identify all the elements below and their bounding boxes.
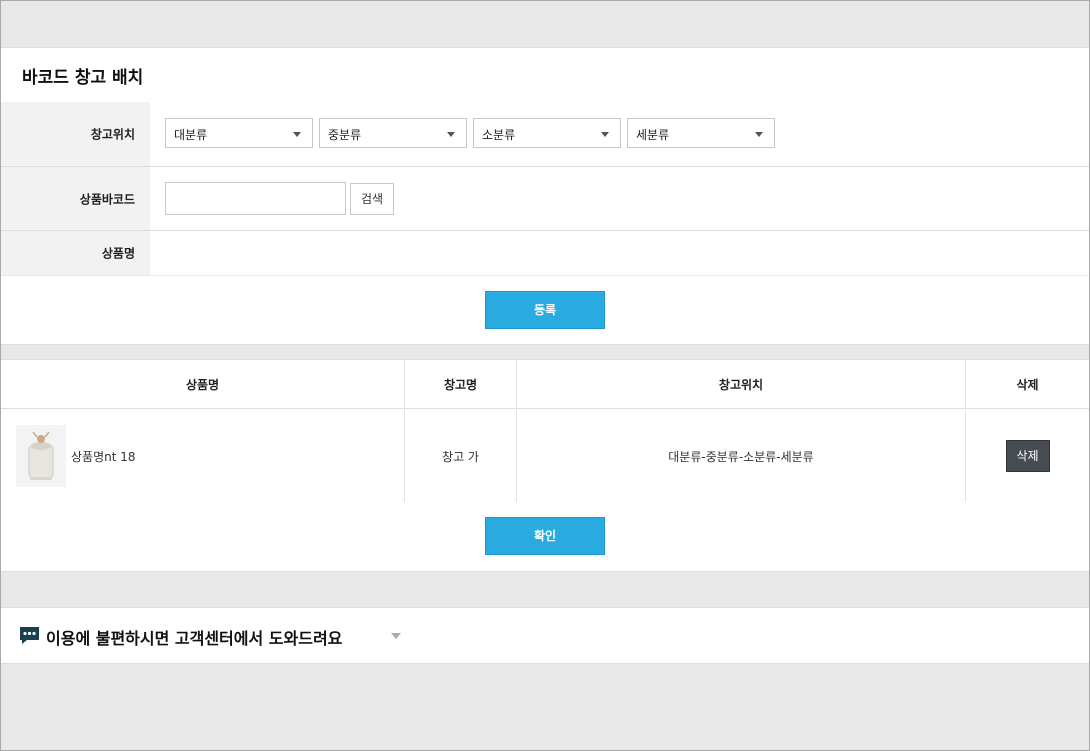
product-name-label: 상품명 (101, 246, 135, 261)
category-small-value: 소분류 (482, 128, 516, 142)
product-image-icon (28, 431, 54, 480)
page-title: 바코드 창고 배치 (22, 68, 144, 88)
delete-button[interactable]: 삭제 (1005, 440, 1050, 472)
category-detail-value: 세분류 (636, 128, 670, 142)
chevron-down-icon (755, 132, 763, 137)
confirm-area: 확인 (1, 503, 1089, 572)
title-bar: 바코드 창고 배치 (1, 47, 1089, 104)
chevron-down-icon (447, 132, 455, 137)
category-large-value: 대분류 (174, 128, 208, 142)
chat-bubble-icon (20, 627, 39, 644)
header-location: 창고위치 (517, 360, 966, 409)
confirm-button[interactable]: 확인 (485, 517, 605, 555)
barcode-label-cell: 상품바코드 (1, 167, 150, 230)
chevron-down-icon (601, 132, 609, 137)
barcode-label: 상품바코드 (79, 192, 135, 206)
product-name-label-cell: 상품명 (1, 231, 150, 275)
category-medium-value: 중분류 (328, 128, 362, 142)
placement-form: 창고위치 대분류 중분류 소분류 세분류 상품바코드 검색 상품명 (1, 102, 1089, 275)
cell-location: 대분류-중분류-소분류-세분류 (517, 410, 966, 502)
search-button[interactable]: 검색 (350, 183, 394, 215)
header-product: 상품명 (1, 360, 405, 409)
product-thumbnail (16, 425, 66, 487)
category-large-select[interactable]: 대분류 (165, 118, 313, 148)
help-text: 이용에 불편하시면 고객센터에서 도와드려요 (46, 629, 343, 648)
chevron-down-icon[interactable] (391, 633, 401, 639)
product-name: 상품명nt 18 (71, 449, 136, 464)
product-name-row: 상품명 (1, 231, 1089, 275)
placement-table: 상품명 창고명 창고위치 삭제 상품명nt 18 창고 가 대분류-중분류-소분… (1, 359, 1089, 504)
chevron-down-icon (293, 132, 301, 137)
location-row: 창고위치 대분류 중분류 소분류 세분류 (1, 102, 1089, 167)
cell-product: 상품명nt 18 (1, 410, 405, 502)
header-delete: 삭제 (966, 360, 1089, 409)
category-small-select[interactable]: 소분류 (473, 118, 621, 148)
location-label: 창고위치 (90, 127, 135, 142)
cell-delete: 삭제 (966, 410, 1089, 502)
help-bar[interactable]: 이용에 불편하시면 고객센터에서 도와드려요 (1, 607, 1089, 664)
barcode-input[interactable] (165, 182, 346, 215)
category-medium-select[interactable]: 중분류 (319, 118, 467, 148)
barcode-row: 상품바코드 검색 (1, 167, 1089, 231)
header-warehouse: 창고명 (405, 360, 517, 409)
register-button[interactable]: 등록 (485, 291, 605, 329)
category-detail-select[interactable]: 세분류 (627, 118, 775, 148)
app-frame: 바코드 창고 배치 창고위치 대분류 중분류 소분류 세분류 상품바코드 검색 … (0, 0, 1090, 751)
cell-warehouse: 창고 가 (405, 410, 517, 502)
location-label-cell: 창고위치 (1, 102, 150, 166)
register-area: 등록 (1, 276, 1089, 345)
